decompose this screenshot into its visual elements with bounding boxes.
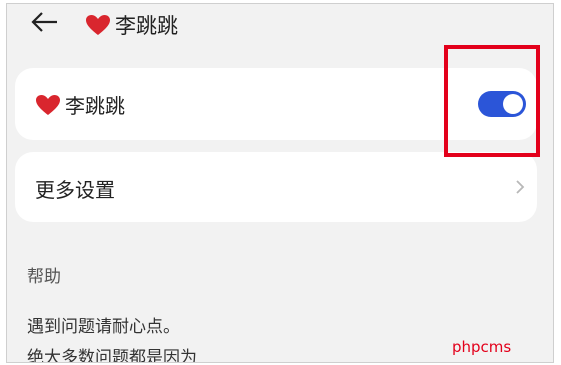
heart-icon — [86, 15, 110, 35]
toggle-setting-label: 李跳跳 — [35, 90, 125, 119]
more-settings-label-text: 更多设置 — [35, 178, 115, 202]
help-text-line: 遇到问题请耐心点。 — [27, 317, 180, 337]
page-title-text: 李跳跳 — [115, 14, 178, 38]
toggle-setting-label-text: 李跳跳 — [65, 94, 125, 118]
chevron-right-icon — [516, 180, 525, 194]
heart-icon — [36, 94, 60, 115]
page-title: 李跳跳 — [85, 10, 178, 40]
more-settings-label: 更多设置 — [35, 174, 115, 203]
back-arrow-icon[interactable] — [29, 10, 59, 34]
highlight-annotation-box — [444, 45, 540, 157]
app-screen: 李跳跳 李跳跳 更多设置 帮助 遇到问题请耐心点。 绝大多数问题都是因为 — [6, 3, 554, 363]
watermark: phpcms — [452, 338, 512, 356]
help-section-title: 帮助 — [27, 267, 61, 287]
app-header: 李跳跳 — [7, 4, 553, 44]
more-settings-row[interactable]: 更多设置 — [15, 152, 537, 222]
help-text-line: 绝大多数问题都是因为 — [27, 348, 197, 363]
